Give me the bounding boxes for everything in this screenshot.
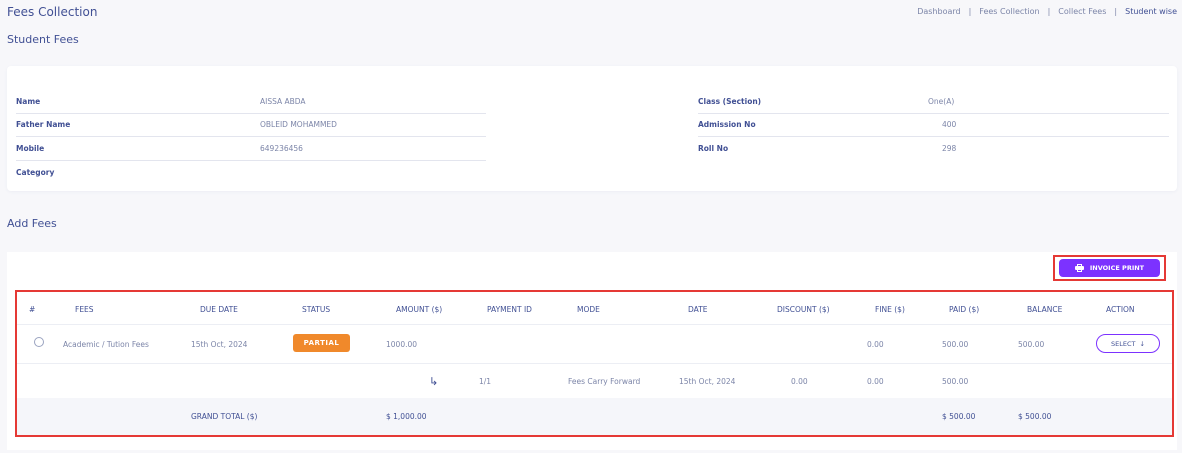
fee-amount: 1000.00 <box>386 340 418 349</box>
payment-id: 1/1 <box>479 377 492 386</box>
grand-total-paid: $ 500.00 <box>942 412 976 421</box>
breadcrumb-separator: | <box>968 7 972 16</box>
invoice-print-highlight: INVOICE PRINT <box>1053 255 1166 281</box>
add-fees-title: Add Fees <box>7 217 57 230</box>
column-header-date: DATE <box>688 305 708 314</box>
breadcrumb-dashboard[interactable]: Dashboard <box>917 7 960 16</box>
fee-paid: 500.00 <box>942 340 969 349</box>
fee-due-date: 15th Oct, 2024 <box>191 340 248 349</box>
printer-icon <box>1074 264 1084 272</box>
column-header-amount: AMOUNT ($) <box>396 305 443 314</box>
info-label: Mobile <box>16 143 45 153</box>
info-label: Name <box>16 96 41 106</box>
info-row-roll-no: Roll No 298 <box>698 137 1169 161</box>
fee-name: Academic / Tution Fees <box>63 340 149 349</box>
status-badge: PARTIAL <box>293 334 350 352</box>
column-header-balance: BALANCE <box>1027 305 1063 314</box>
select-button[interactable]: SELECT ↓ <box>1096 334 1160 353</box>
column-header-fees: FEES <box>75 305 94 314</box>
grand-total-row: GRAND TOTAL ($) $ 1,000.00 $ 500.00 $ 50… <box>17 398 1172 435</box>
row-divider <box>17 363 1172 364</box>
info-value: One(A) <box>928 96 955 106</box>
info-row-category: Category <box>16 161 486 185</box>
row-divider <box>17 324 1172 325</box>
info-value: 298 <box>942 144 957 154</box>
select-label: SELECT <box>1111 339 1136 348</box>
fee-balance: 500.00 <box>1018 340 1045 349</box>
invoice-print-button[interactable]: INVOICE PRINT <box>1059 259 1160 277</box>
column-header-action: ACTION <box>1106 305 1135 314</box>
grand-total-balance: $ 500.00 <box>1018 412 1052 421</box>
info-label: Category <box>16 168 55 178</box>
info-label: Father Name <box>16 119 71 129</box>
info-row-class-section: Class (Section) One(A) <box>698 90 1169 114</box>
payment-paid: 500.00 <box>942 377 969 386</box>
fees-table: # FEES DUE DATE STATUS AMOUNT ($) PAYMEN… <box>15 290 1174 437</box>
grand-total-label: GRAND TOTAL ($) <box>191 412 258 421</box>
sub-row-arrow-icon: ↳ <box>429 375 439 388</box>
invoice-print-label: INVOICE PRINT <box>1089 264 1145 272</box>
fee-fine: 0.00 <box>867 340 884 349</box>
info-row-admission-no: Admission No 400 <box>698 113 1169 137</box>
page-title: Fees Collection <box>7 5 98 19</box>
breadcrumb-student-wise[interactable]: Student wise <box>1125 7 1177 16</box>
info-row-name: Name AISSA ABDA <box>16 90 486 114</box>
info-label: Admission No <box>698 119 756 129</box>
info-label: Class (Section) <box>698 96 762 106</box>
breadcrumb-fees-collection[interactable]: Fees Collection <box>979 7 1039 16</box>
student-fees-title: Student Fees <box>7 33 79 46</box>
info-value: OBLEID MOHAMMED <box>260 119 337 129</box>
breadcrumb-collect-fees[interactable]: Collect Fees <box>1058 7 1106 16</box>
column-header-discount: DISCOUNT ($) <box>777 305 830 314</box>
column-header-status: STATUS <box>302 305 331 314</box>
student-info-card: Name AISSA ABDA Father Name OBLEID MOHAM… <box>7 66 1177 191</box>
info-label: Roll No <box>698 144 729 154</box>
breadcrumb-separator: | <box>1047 7 1051 16</box>
info-value: 400 <box>942 119 957 129</box>
payment-discount: 0.00 <box>791 377 808 386</box>
column-header-fine: FINE ($) <box>875 305 905 314</box>
column-header-mode: MODE <box>577 305 600 314</box>
arrow-down-icon: ↓ <box>1139 339 1145 348</box>
info-row-father-name: Father Name OBLEID MOHAMMED <box>16 113 486 137</box>
payment-fine: 0.00 <box>867 377 884 386</box>
column-header-index: # <box>29 305 36 314</box>
payment-mode: Fees Carry Forward <box>568 377 641 386</box>
column-header-payment-id: PAYMENT ID <box>487 305 532 314</box>
payment-date: 15th Oct, 2024 <box>679 377 736 386</box>
fee-select-radio[interactable] <box>34 337 44 347</box>
info-value: 649236456 <box>260 143 303 153</box>
grand-total-amount: $ 1,000.00 <box>386 412 427 421</box>
breadcrumb-separator: | <box>1114 7 1118 16</box>
info-row-mobile: Mobile 649236456 <box>16 137 486 161</box>
column-header-paid: PAID ($) <box>949 305 980 314</box>
breadcrumb: Dashboard | Fees Collection | Collect Fe… <box>917 7 1177 16</box>
info-value: AISSA ABDA <box>260 96 306 106</box>
column-header-due-date: DUE DATE <box>200 305 238 314</box>
